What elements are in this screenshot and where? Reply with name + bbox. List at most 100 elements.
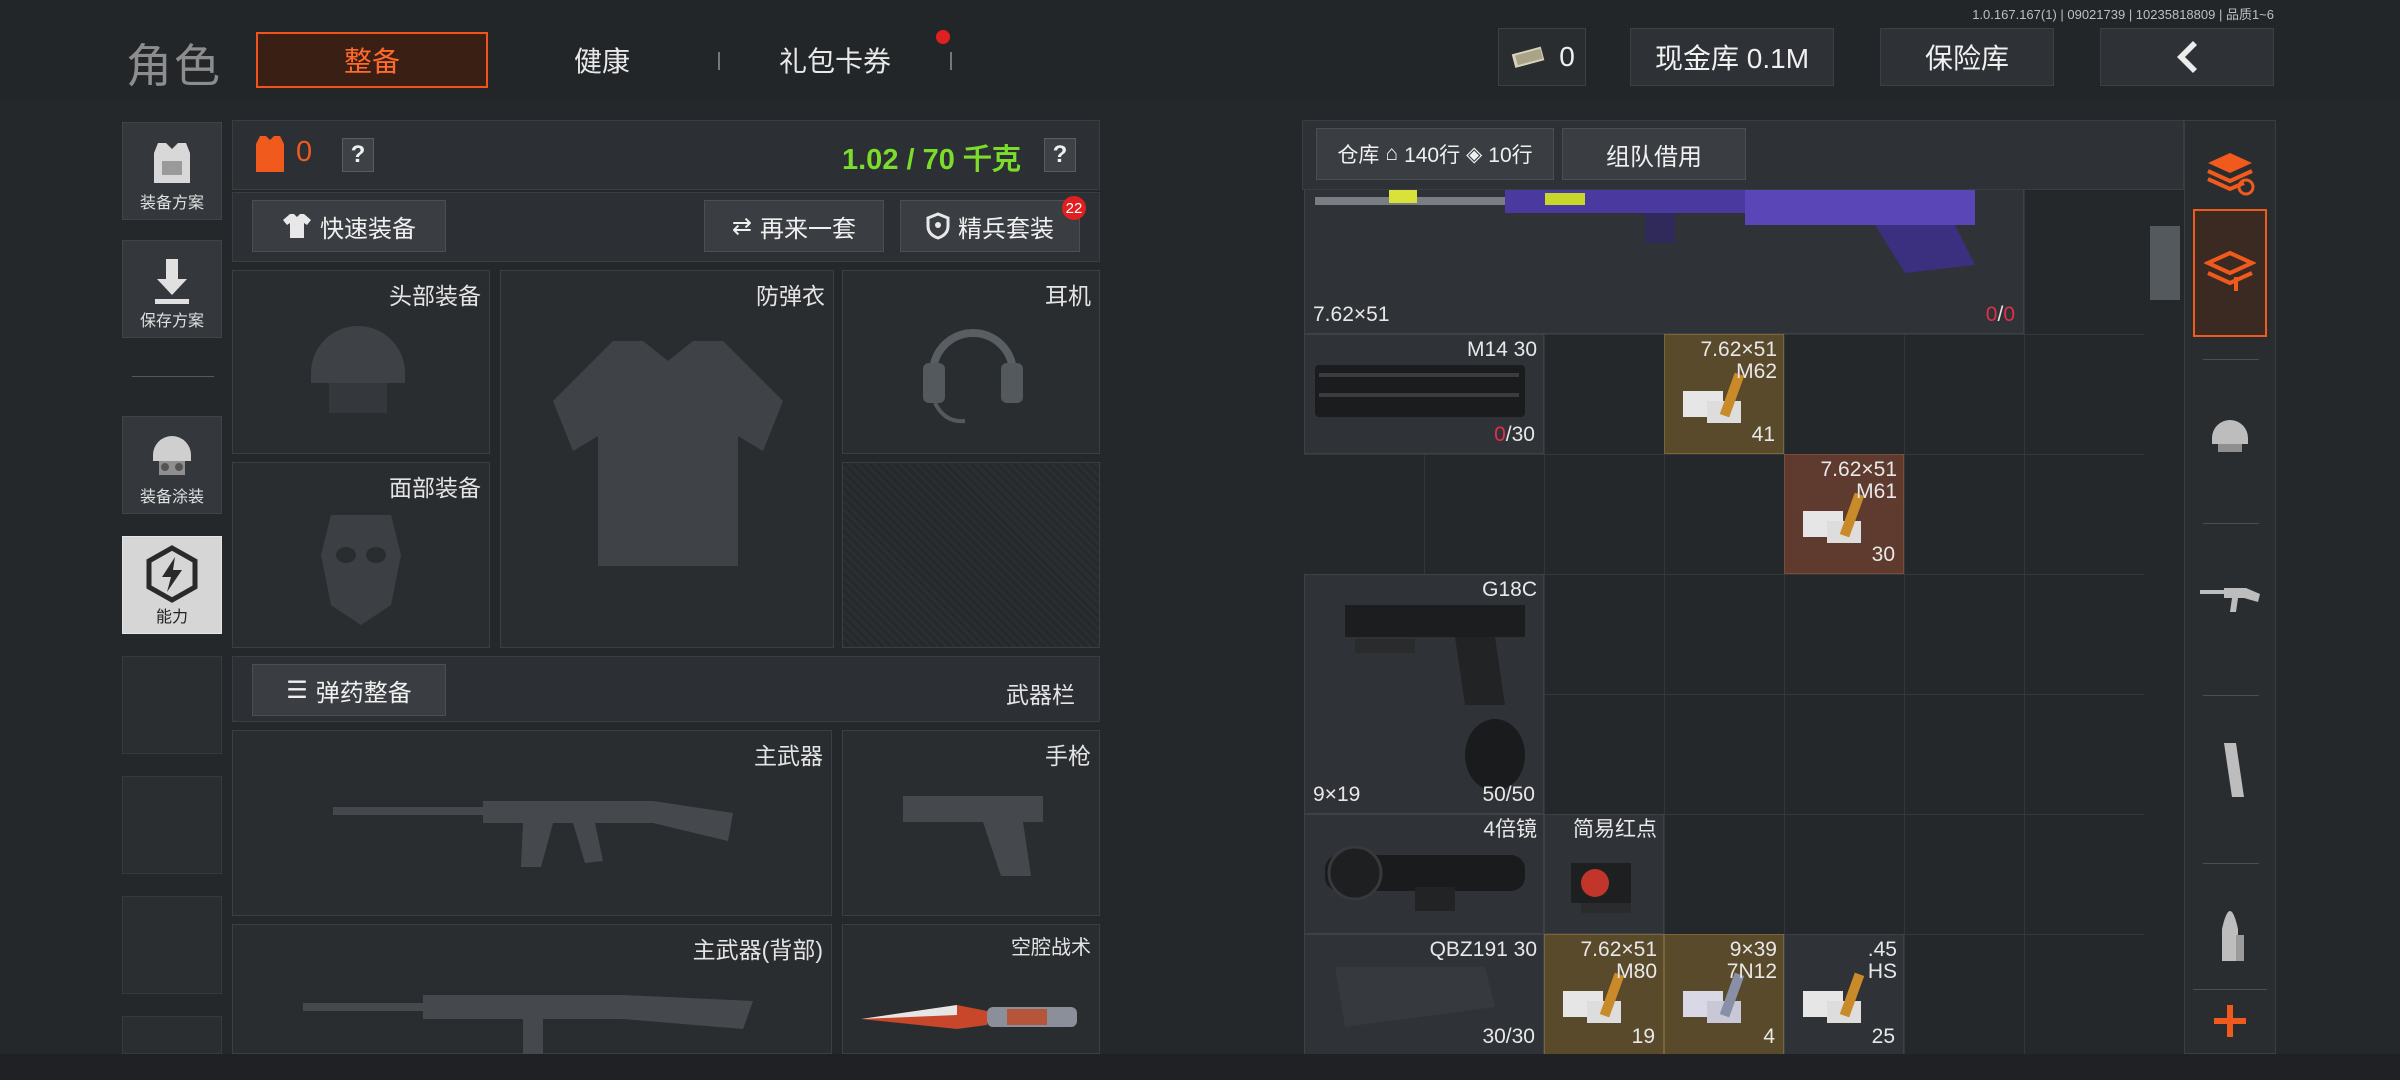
pistol-icon bbox=[1345, 605, 1525, 791]
stash-magazine-qbz191[interactable]: QBZ191 30 30/30 bbox=[1304, 934, 1544, 1056]
rifle-filter-button[interactable] bbox=[2193, 559, 2267, 643]
stash-magazine-m14[interactable]: M14 30 0/30 bbox=[1304, 334, 1544, 454]
magazine-filter-button[interactable] bbox=[2193, 729, 2267, 813]
helmet-filter-button[interactable] bbox=[2193, 391, 2267, 475]
melee-slot-label: 空腔战术 bbox=[1011, 937, 1091, 959]
armor-count: 0 bbox=[296, 136, 313, 168]
ammo-name: 7.62×51 M62 bbox=[1700, 338, 1778, 383]
warehouse-button[interactable]: 仓库 ⌂ 140行 ◈ 10行 bbox=[1316, 128, 1554, 180]
warehouse-rows-2: 10行 bbox=[1488, 144, 1533, 167]
elite-set-button[interactable]: 精兵套装 bbox=[900, 200, 1080, 252]
stash-rifle[interactable]: 7.62×51 0/0 bbox=[1304, 190, 2024, 334]
warehouse-label: 仓库 bbox=[1337, 144, 1380, 167]
back-button[interactable] bbox=[2100, 28, 2274, 86]
notification-dot bbox=[936, 30, 950, 44]
safe-button[interactable]: 保险库 bbox=[1880, 28, 2054, 86]
headset-slot[interactable]: 耳机 bbox=[842, 270, 1100, 454]
add-button[interactable] bbox=[2193, 989, 2267, 1051]
armor-slot-label: 防弹衣 bbox=[756, 283, 825, 309]
knife-icon bbox=[861, 1005, 1077, 1029]
ammo-count: 25 bbox=[1871, 1025, 1895, 1048]
pistol-slot[interactable]: 手枪 bbox=[842, 730, 1100, 916]
armor-help-button[interactable]: ? bbox=[342, 138, 374, 172]
pistol-caliber: 9×19 bbox=[1313, 783, 1361, 806]
stash-ammo-45-hs[interactable]: .45 HS 25 bbox=[1784, 934, 1904, 1056]
stash-grid[interactable]: 7.62×51 0/0 M14 30 0/30 7.62×51 M62 41 7.… bbox=[1304, 190, 2144, 1056]
melee-slot[interactable]: 空腔战术 bbox=[842, 924, 1100, 1054]
weight-help-button[interactable]: ? bbox=[1044, 138, 1076, 172]
stash-ammo-m61[interactable]: 7.62×51 M61 30 bbox=[1784, 454, 1904, 574]
armor-slot[interactable]: 防弹衣 bbox=[500, 270, 834, 648]
tab-equip[interactable]: 整备 bbox=[256, 32, 488, 88]
elite-badge: 22 bbox=[1062, 196, 1086, 220]
again-set-label: 再来一套 bbox=[760, 215, 857, 243]
stash-scrollbar[interactable] bbox=[2150, 226, 2180, 300]
ability-button[interactable]: 能力 bbox=[122, 536, 222, 634]
empty-rail-slot bbox=[122, 896, 222, 994]
face-slot[interactable]: 面部装备 bbox=[232, 462, 490, 648]
chevron-left-icon bbox=[2177, 41, 2197, 73]
empty-rail-slot bbox=[122, 1016, 222, 1054]
stash-scope-4x[interactable]: 4倍镜 bbox=[1304, 814, 1544, 934]
refresh-icon: ⇄ bbox=[731, 212, 753, 240]
primary-weapon-slot[interactable]: 主武器 bbox=[232, 730, 832, 916]
stash-pistol-g18c[interactable]: G18C 9×19 50/50 bbox=[1304, 574, 1544, 814]
head-slot[interactable]: 头部装备 bbox=[232, 270, 490, 454]
equip-skin-button[interactable]: 装备涂装 bbox=[122, 416, 222, 514]
stash-ammo-m80[interactable]: 7.62×51 M80 19 bbox=[1544, 934, 1664, 1056]
team-borrow-button[interactable]: 组队借用 bbox=[1562, 128, 1746, 180]
tab-health[interactable]: 健康 bbox=[520, 32, 684, 88]
red-dot-icon bbox=[1571, 863, 1631, 913]
rail-divider bbox=[132, 376, 214, 377]
stash-ammo-7n12[interactable]: 9×39 7N12 4 bbox=[1664, 934, 1784, 1056]
shirt-icon bbox=[283, 214, 311, 238]
headset-slot-label: 耳机 bbox=[1045, 283, 1091, 309]
tab-gift-cards[interactable]: 礼包卡券 bbox=[740, 32, 930, 88]
armor-icon bbox=[256, 136, 284, 172]
rifle-icon bbox=[1315, 190, 1975, 273]
shield-icon bbox=[926, 212, 950, 240]
ammo-equip-label: 弹药整备 bbox=[315, 679, 412, 707]
home-icon: ⌂ bbox=[1385, 142, 1399, 165]
plus-icon bbox=[2214, 1004, 2246, 1037]
equip-plan-label: 装备方案 bbox=[139, 195, 204, 212]
equip-plan-button[interactable]: 装备方案 bbox=[122, 122, 222, 220]
save-plan-label: 保存方案 bbox=[139, 313, 204, 330]
helmet-icon bbox=[311, 326, 405, 413]
cash-icon bbox=[1511, 46, 1545, 68]
again-set-button[interactable]: ⇄ 再来一套 bbox=[704, 200, 884, 252]
empty-rail-slot bbox=[122, 776, 222, 874]
ammo-count: 41 bbox=[1751, 423, 1775, 446]
rifle-icon bbox=[2200, 588, 2260, 612]
armor-counter bbox=[252, 132, 288, 181]
cash-vault-button[interactable]: 现金库 0.1M bbox=[1630, 28, 1834, 86]
ammo-name: .45 HS bbox=[1867, 938, 1897, 983]
magazine-name: M14 30 bbox=[1466, 338, 1537, 361]
magazine-icon bbox=[1315, 365, 1525, 417]
download-icon bbox=[155, 259, 189, 304]
energy-icon bbox=[146, 545, 198, 603]
bullet-filter-button[interactable] bbox=[2193, 895, 2267, 979]
ammo-equip-button[interactable]: ☰ 弹药整备 bbox=[252, 664, 446, 716]
save-plan-button[interactable]: 保存方案 bbox=[122, 240, 222, 338]
equip-skin-label: 装备涂装 bbox=[139, 489, 204, 506]
primary-back-slot[interactable]: 主武器(背部) bbox=[232, 924, 832, 1055]
storage-icon bbox=[2204, 250, 2256, 291]
stash-ammo-m62[interactable]: 7.62×51 M62 41 bbox=[1664, 334, 1784, 454]
magazine-count: 0/30 bbox=[1494, 423, 1535, 446]
empty-slot[interactable] bbox=[842, 462, 1100, 648]
quick-equip-button[interactable]: 快速装备 bbox=[252, 200, 446, 252]
cash-counter[interactable]: 0 bbox=[1498, 28, 1586, 86]
sort-button[interactable] bbox=[2193, 131, 2267, 215]
sort-icon bbox=[2207, 153, 2255, 196]
rifle-caliber: 7.62×51 bbox=[1313, 303, 1390, 326]
tab-divider bbox=[950, 52, 952, 70]
ammo-count: 19 bbox=[1631, 1025, 1655, 1048]
magazine-icon bbox=[2224, 743, 2244, 797]
helmet-icon bbox=[153, 436, 191, 475]
storage-button[interactable] bbox=[2193, 209, 2267, 337]
rifle-icon bbox=[303, 995, 753, 1055]
bullet-icon bbox=[2222, 911, 2244, 961]
stash-red-dot[interactable]: 简易红点 bbox=[1544, 814, 1664, 934]
elite-set-label: 精兵套装 bbox=[958, 215, 1054, 243]
